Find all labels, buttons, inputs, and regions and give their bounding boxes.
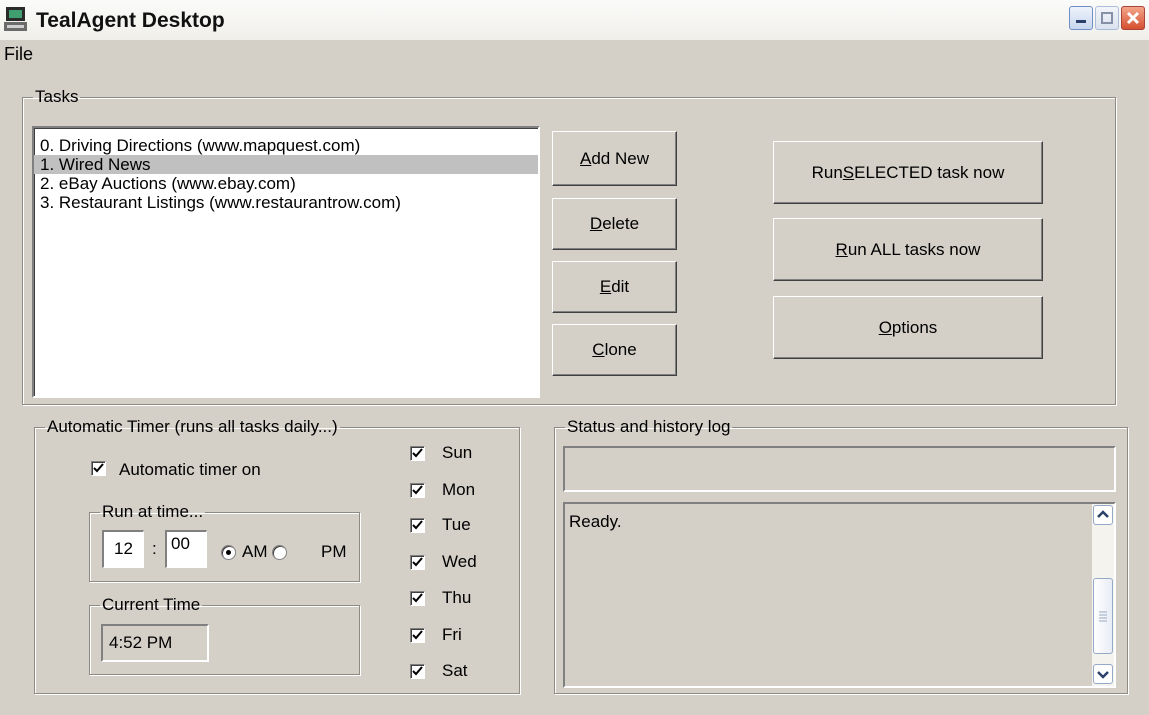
check-icon <box>412 630 423 640</box>
task-list-item-selected[interactable]: 1. Wired News <box>34 155 538 174</box>
day-wed-checkbox[interactable] <box>410 555 425 570</box>
day-fri-checkbox[interactable] <box>410 628 425 643</box>
log-scrollbar[interactable] <box>1092 504 1114 686</box>
day-thu-label: Thu <box>442 588 472 607</box>
check-icon <box>412 593 423 603</box>
day-fri-label: Fri <box>442 625 462 644</box>
scroll-thumb[interactable] <box>1093 578 1113 654</box>
day-mon-checkbox[interactable] <box>410 483 425 498</box>
timer-legend: Automatic Timer (runs all tasks daily...… <box>47 417 338 436</box>
task-list[interactable]: 0. Driving Directions (www.mapquest.com)… <box>32 126 540 398</box>
minimize-button[interactable] <box>1069 6 1093 30</box>
status-legend: Status and history log <box>567 417 731 436</box>
history-log[interactable]: Ready. <box>563 502 1116 688</box>
menu-file[interactable]: File <box>2 44 35 65</box>
chevron-up-icon <box>1097 510 1109 518</box>
task-list-item[interactable]: 3. Restaurant Listings (www.restaurantro… <box>34 193 538 212</box>
check-icon <box>412 557 423 567</box>
day-thu-checkbox[interactable] <box>410 591 425 606</box>
day-tue-label: Tue <box>442 515 471 534</box>
scroll-up-button[interactable] <box>1093 505 1113 525</box>
delete-button[interactable]: Delete <box>552 198 677 250</box>
day-sun-checkbox[interactable] <box>410 446 425 461</box>
maximize-icon <box>1101 12 1113 24</box>
day-sat-label: Sat <box>442 661 468 680</box>
task-list-item[interactable]: 2. eBay Auctions (www.ebay.com) <box>34 174 538 193</box>
tasks-legend: Tasks <box>35 87 79 106</box>
current-time-legend: Current Time <box>102 595 201 614</box>
options-button[interactable]: Options <box>773 296 1043 359</box>
window-title: TealAgent Desktop <box>36 9 225 32</box>
day-mon-label: Mon <box>442 480 476 499</box>
grip-icon <box>1099 611 1107 622</box>
check-icon <box>93 463 104 473</box>
status-current-field <box>563 446 1116 492</box>
run-all-button[interactable]: Run ALL tasks now <box>773 218 1043 281</box>
check-icon <box>412 448 423 458</box>
time-separator: : <box>152 539 157 558</box>
day-tue-checkbox[interactable] <box>410 518 425 533</box>
day-sun-label: Sun <box>442 443 473 462</box>
am-label: AM <box>242 542 268 561</box>
history-log-text: Ready. <box>569 512 622 531</box>
title-bar[interactable]: TealAgent Desktop <box>0 0 1149 41</box>
close-button[interactable] <box>1121 6 1145 30</box>
menu-bar: File <box>0 40 1149 70</box>
chevron-down-icon <box>1097 671 1109 679</box>
auto-timer-label: Automatic timer on <box>119 460 261 479</box>
app-computer-icon <box>4 7 27 31</box>
close-icon <box>1126 11 1140 25</box>
minimize-icon <box>1076 20 1086 23</box>
check-icon <box>412 485 423 495</box>
day-wed-label: Wed <box>442 552 477 571</box>
scroll-down-button[interactable] <box>1093 664 1113 684</box>
run-selected-button[interactable]: Run SELECTED task now <box>773 141 1043 204</box>
edit-button[interactable]: Edit <box>552 261 677 313</box>
task-list-item[interactable]: 0. Driving Directions (www.mapquest.com) <box>34 136 538 155</box>
check-icon <box>412 520 423 530</box>
run-at-legend: Run at time... <box>102 502 204 521</box>
auto-timer-checkbox[interactable] <box>91 461 106 476</box>
hour-input[interactable]: 12 <box>102 530 144 568</box>
check-icon <box>412 666 423 676</box>
am-radio[interactable] <box>221 545 236 560</box>
pm-label: PM <box>321 542 347 561</box>
add-new-button[interactable]: Add New <box>552 131 677 186</box>
current-time-display: 4:52 PM <box>101 624 209 662</box>
clone-button[interactable]: Clone <box>552 324 677 376</box>
maximize-button[interactable] <box>1095 6 1119 30</box>
minute-input[interactable]: 00 <box>165 530 207 568</box>
day-sat-checkbox[interactable] <box>410 664 425 679</box>
pm-radio[interactable] <box>272 545 287 560</box>
